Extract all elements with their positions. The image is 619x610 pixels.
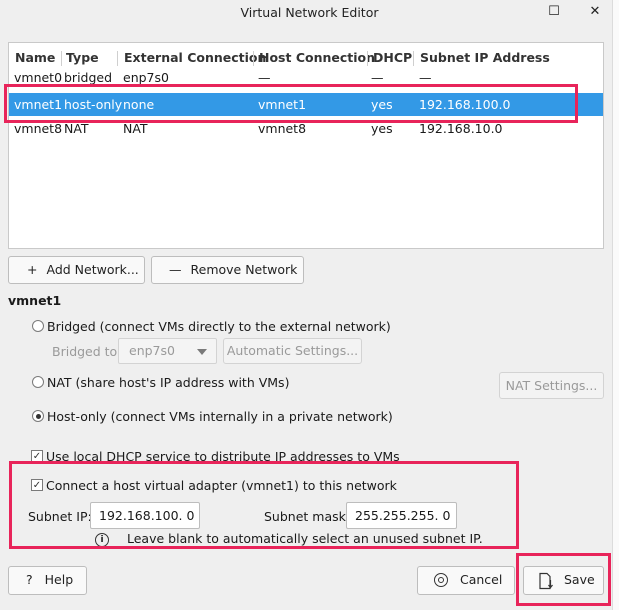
subnet-ip-field[interactable]: 192.168.100. 0 <box>90 502 200 529</box>
remove-network-button[interactable]: — Remove Network <box>151 256 304 284</box>
help-label: Help <box>44 572 74 587</box>
close-icon[interactable]: ✕ <box>586 3 604 21</box>
save-icon <box>539 572 553 590</box>
subnet-hint: Leave blank to automatically select an u… <box>127 531 483 546</box>
use-dhcp-checkbox[interactable]: ✓ <box>31 450 43 462</box>
cell-type: host-only <box>64 97 123 112</box>
cell-dhcp: yes <box>371 97 393 112</box>
cancel-label: Cancel <box>460 572 503 587</box>
info-icon: i <box>95 533 109 547</box>
section-title: vmnet1 <box>8 293 62 308</box>
subnet-ip-label: Subnet IP: <box>28 509 92 524</box>
nat-settings-button[interactable]: NAT Settings... <box>499 372 604 399</box>
cell-host: — <box>258 71 271 85</box>
cell-subnet: 192.168.100.0 <box>419 97 511 112</box>
nat-label[interactable]: NAT (share host's IP address with VMs) <box>47 375 289 390</box>
minus-icon: — <box>169 262 182 277</box>
maximize-icon[interactable]: ☐ <box>545 3 563 21</box>
cell-host: vmnet1 <box>258 97 307 112</box>
bridged-to-value: enp7s0 <box>129 343 175 358</box>
cell-name: vmnet8 <box>14 121 63 136</box>
window-edge <box>612 0 619 610</box>
cell-type: bridged <box>64 71 113 85</box>
nat-radio[interactable] <box>32 376 44 388</box>
cancel-button[interactable]: Cancel <box>417 566 515 595</box>
table-row[interactable]: vmnet8 NAT NAT vmnet8 yes 192.168.10.0 <box>9 117 603 140</box>
help-icon: ? <box>26 572 33 587</box>
add-network-label: Add Network... <box>46 262 139 277</box>
network-table[interactable]: Name Type External Connection Host Conne… <box>8 42 604 249</box>
bridged-radio[interactable] <box>32 320 44 332</box>
cell-name: vmnet1 <box>14 97 63 112</box>
chevron-down-icon <box>197 349 207 355</box>
cell-name: vmnet0 <box>14 71 63 85</box>
checkmark-icon: ✓ <box>32 451 42 462</box>
bridged-label[interactable]: Bridged (connect VMs directly to the ext… <box>47 319 391 334</box>
table-row-selected[interactable]: vmnet1 host-only none vmnet1 yes 192.168… <box>9 93 603 116</box>
subnet-mask-field[interactable]: 255.255.255. 0 <box>346 502 457 529</box>
cancel-icon <box>434 573 448 587</box>
subnet-mask-label: Subnet mask: <box>264 509 351 524</box>
checkmark-icon: ✓ <box>32 480 42 491</box>
plus-icon: + <box>27 262 38 277</box>
use-dhcp-label[interactable]: Use local DHCP service to distribute IP … <box>46 449 400 464</box>
header-subnet-ip[interactable]: Subnet IP Address <box>414 43 550 73</box>
header-external-connection[interactable]: External Connection <box>118 43 266 73</box>
cell-subnet: 192.168.10.0 <box>419 121 503 136</box>
add-network-button[interactable]: + Add Network... <box>8 256 145 284</box>
host-only-radio[interactable] <box>32 410 44 422</box>
bridged-to-select[interactable]: enp7s0 <box>118 338 217 364</box>
cell-external: none <box>123 97 155 112</box>
header-type[interactable]: Type <box>60 43 99 73</box>
cell-host: vmnet8 <box>258 121 307 136</box>
table-row[interactable]: vmnet0 bridged enp7s0 — — — <box>9 71 603 89</box>
cell-external: enp7s0 <box>123 71 169 85</box>
header-dhcp[interactable]: DHCP <box>367 43 412 73</box>
cancel-icon-inner <box>437 576 444 583</box>
connect-adapter-label[interactable]: Connect a host virtual adapter (vmnet1) … <box>46 478 397 493</box>
cell-subnet: — <box>419 71 432 85</box>
header-name[interactable]: Name <box>9 43 55 73</box>
cell-dhcp: — <box>371 71 384 85</box>
save-label: Save <box>564 572 595 587</box>
cell-dhcp: yes <box>371 121 393 136</box>
automatic-settings-button[interactable]: Automatic Settings... <box>223 338 362 364</box>
help-button[interactable]: ? Help <box>8 566 87 595</box>
cell-type: NAT <box>64 121 89 136</box>
host-only-label[interactable]: Host-only (connect VMs internally in a p… <box>47 409 393 424</box>
cell-external: NAT <box>123 121 148 136</box>
bridged-to-label: Bridged to: <box>52 344 122 359</box>
connect-adapter-checkbox[interactable]: ✓ <box>31 479 43 491</box>
window-title: Virtual Network Editor <box>240 5 379 20</box>
header-host-connection[interactable]: Host Connection <box>253 43 375 73</box>
remove-network-label: Remove Network <box>190 262 298 277</box>
save-button[interactable]: Save <box>523 566 604 595</box>
